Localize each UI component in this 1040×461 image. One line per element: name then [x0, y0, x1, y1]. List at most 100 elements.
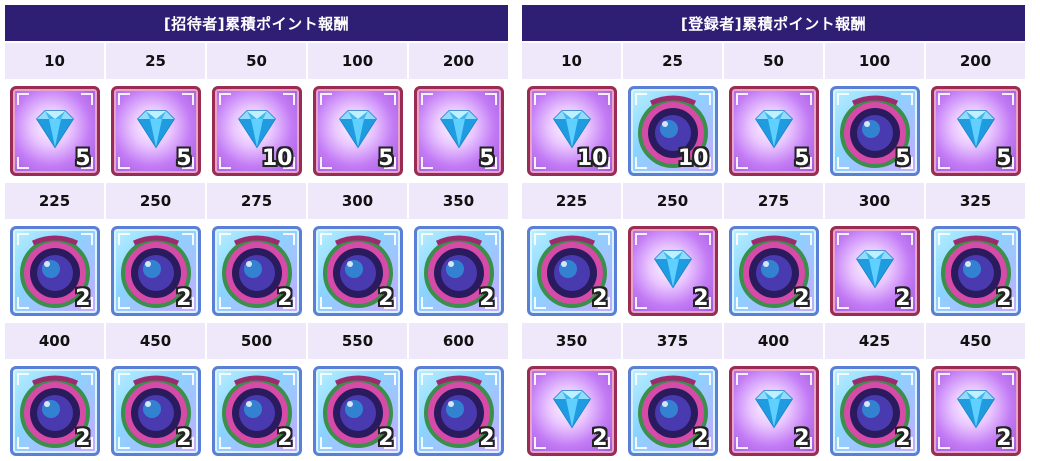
reward-cell: 2: [308, 361, 407, 461]
frame-corner: [282, 373, 295, 385]
frame-corner: [900, 373, 913, 385]
frame-corner: [836, 157, 849, 169]
reward-quantity: 2: [75, 426, 91, 451]
points-threshold: 225: [5, 183, 104, 219]
frame-corner: [735, 157, 748, 169]
reward-item[interactable]: 2: [312, 366, 403, 456]
frame-corner: [282, 93, 295, 105]
reward-item[interactable]: 2: [211, 366, 302, 456]
points-threshold: 325: [926, 183, 1025, 219]
frame-corner: [420, 373, 433, 385]
frame-corner: [484, 93, 497, 105]
reward-item[interactable]: 2: [627, 366, 718, 456]
reward-item[interactable]: 10: [526, 86, 617, 176]
frame-corner: [735, 233, 748, 245]
reward-quantity: 5: [895, 146, 911, 171]
reward-quantity: 2: [277, 426, 293, 451]
frame-corner: [117, 93, 130, 105]
reward-quantity: 2: [693, 426, 709, 451]
reward-item[interactable]: 5: [9, 86, 100, 176]
reward-item[interactable]: 2: [829, 366, 920, 456]
points-threshold: 600: [409, 323, 508, 359]
reward-cell: 5: [926, 81, 1025, 181]
reward-item[interactable]: 2: [312, 226, 403, 316]
reward-quantity: 2: [378, 426, 394, 451]
reward-item[interactable]: 10: [211, 86, 302, 176]
points-threshold: 200: [409, 43, 508, 79]
reward-quantity: 5: [479, 146, 495, 171]
reward-item[interactable]: 5: [312, 86, 403, 176]
reward-item[interactable]: 2: [930, 366, 1021, 456]
reward-item[interactable]: 5: [930, 86, 1021, 176]
reward-item[interactable]: 5: [728, 86, 819, 176]
points-threshold: 450: [106, 323, 205, 359]
frame-corner: [1001, 373, 1014, 385]
frame-corner: [16, 93, 29, 105]
frame-corner: [634, 437, 647, 449]
frame-corner: [735, 93, 748, 105]
reward-cell: 2: [409, 221, 508, 321]
reward-item[interactable]: 2: [413, 366, 504, 456]
reward-item[interactable]: 5: [110, 86, 201, 176]
frame-corner: [484, 373, 497, 385]
reward-cell: 2: [409, 361, 508, 461]
reward-item[interactable]: 2: [9, 226, 100, 316]
reward-item[interactable]: 2: [110, 366, 201, 456]
reward-cell: 5: [308, 81, 407, 181]
frame-corner: [836, 93, 849, 105]
reward-item[interactable]: 2: [930, 226, 1021, 316]
frame-corner: [634, 157, 647, 169]
reward-item[interactable]: 5: [829, 86, 920, 176]
frame-corner: [597, 93, 610, 105]
points-threshold: 25: [106, 43, 205, 79]
frame-corner: [597, 373, 610, 385]
reward-item[interactable]: 2: [211, 226, 302, 316]
points-threshold: 10: [5, 43, 104, 79]
frame-corner: [319, 233, 332, 245]
reward-cell: 2: [522, 221, 621, 321]
points-threshold: 450: [926, 323, 1025, 359]
reward-cell: 2: [106, 361, 205, 461]
points-threshold: 350: [409, 183, 508, 219]
reward-cell: 2: [207, 361, 306, 461]
reward-cell: 2: [5, 361, 104, 461]
reward-quantity: 2: [693, 286, 709, 311]
reward-item[interactable]: 2: [110, 226, 201, 316]
reward-item[interactable]: 2: [728, 226, 819, 316]
frame-corner: [735, 437, 748, 449]
reward-item[interactable]: 2: [526, 226, 617, 316]
reward-quantity: 2: [996, 426, 1012, 451]
frame-corner: [937, 233, 950, 245]
points-threshold: 200: [926, 43, 1025, 79]
reward-quantity: 2: [378, 286, 394, 311]
frame-corner: [218, 233, 231, 245]
frame-corner: [80, 373, 93, 385]
reward-item[interactable]: 2: [728, 366, 819, 456]
reward-quantity: 2: [996, 286, 1012, 311]
frame-corner: [420, 297, 433, 309]
reward-item[interactable]: 2: [9, 366, 100, 456]
registrant-rewards-panel: [登録者]累積ポイント報酬 10 25 50 100 200 10 10 5 5 5 225 250 2…: [522, 5, 1025, 461]
points-threshold: 425: [825, 323, 924, 359]
points-threshold: 10: [522, 43, 621, 79]
frame-corner: [937, 157, 950, 169]
frame-corner: [218, 297, 231, 309]
reward-item[interactable]: 2: [413, 226, 504, 316]
reward-item[interactable]: 2: [627, 226, 718, 316]
points-threshold: 275: [724, 183, 823, 219]
reward-item[interactable]: 2: [829, 226, 920, 316]
reward-cell: 5: [5, 81, 104, 181]
frame-corner: [420, 93, 433, 105]
reward-item[interactable]: 10: [627, 86, 718, 176]
reward-item[interactable]: 2: [526, 366, 617, 456]
frame-corner: [533, 157, 546, 169]
frame-corner: [117, 233, 130, 245]
reward-cell: 10: [623, 81, 722, 181]
frame-corner: [16, 373, 29, 385]
rewards-grid: 10 25 50 100 200 5 5 10 5 5 225 250 275 300 350 2 2 2 2 2 40…: [5, 43, 508, 461]
reward-item[interactable]: 5: [413, 86, 504, 176]
reward-quantity: 2: [794, 286, 810, 311]
frame-corner: [319, 157, 332, 169]
frame-corner: [181, 93, 194, 105]
frame-corner: [218, 157, 231, 169]
